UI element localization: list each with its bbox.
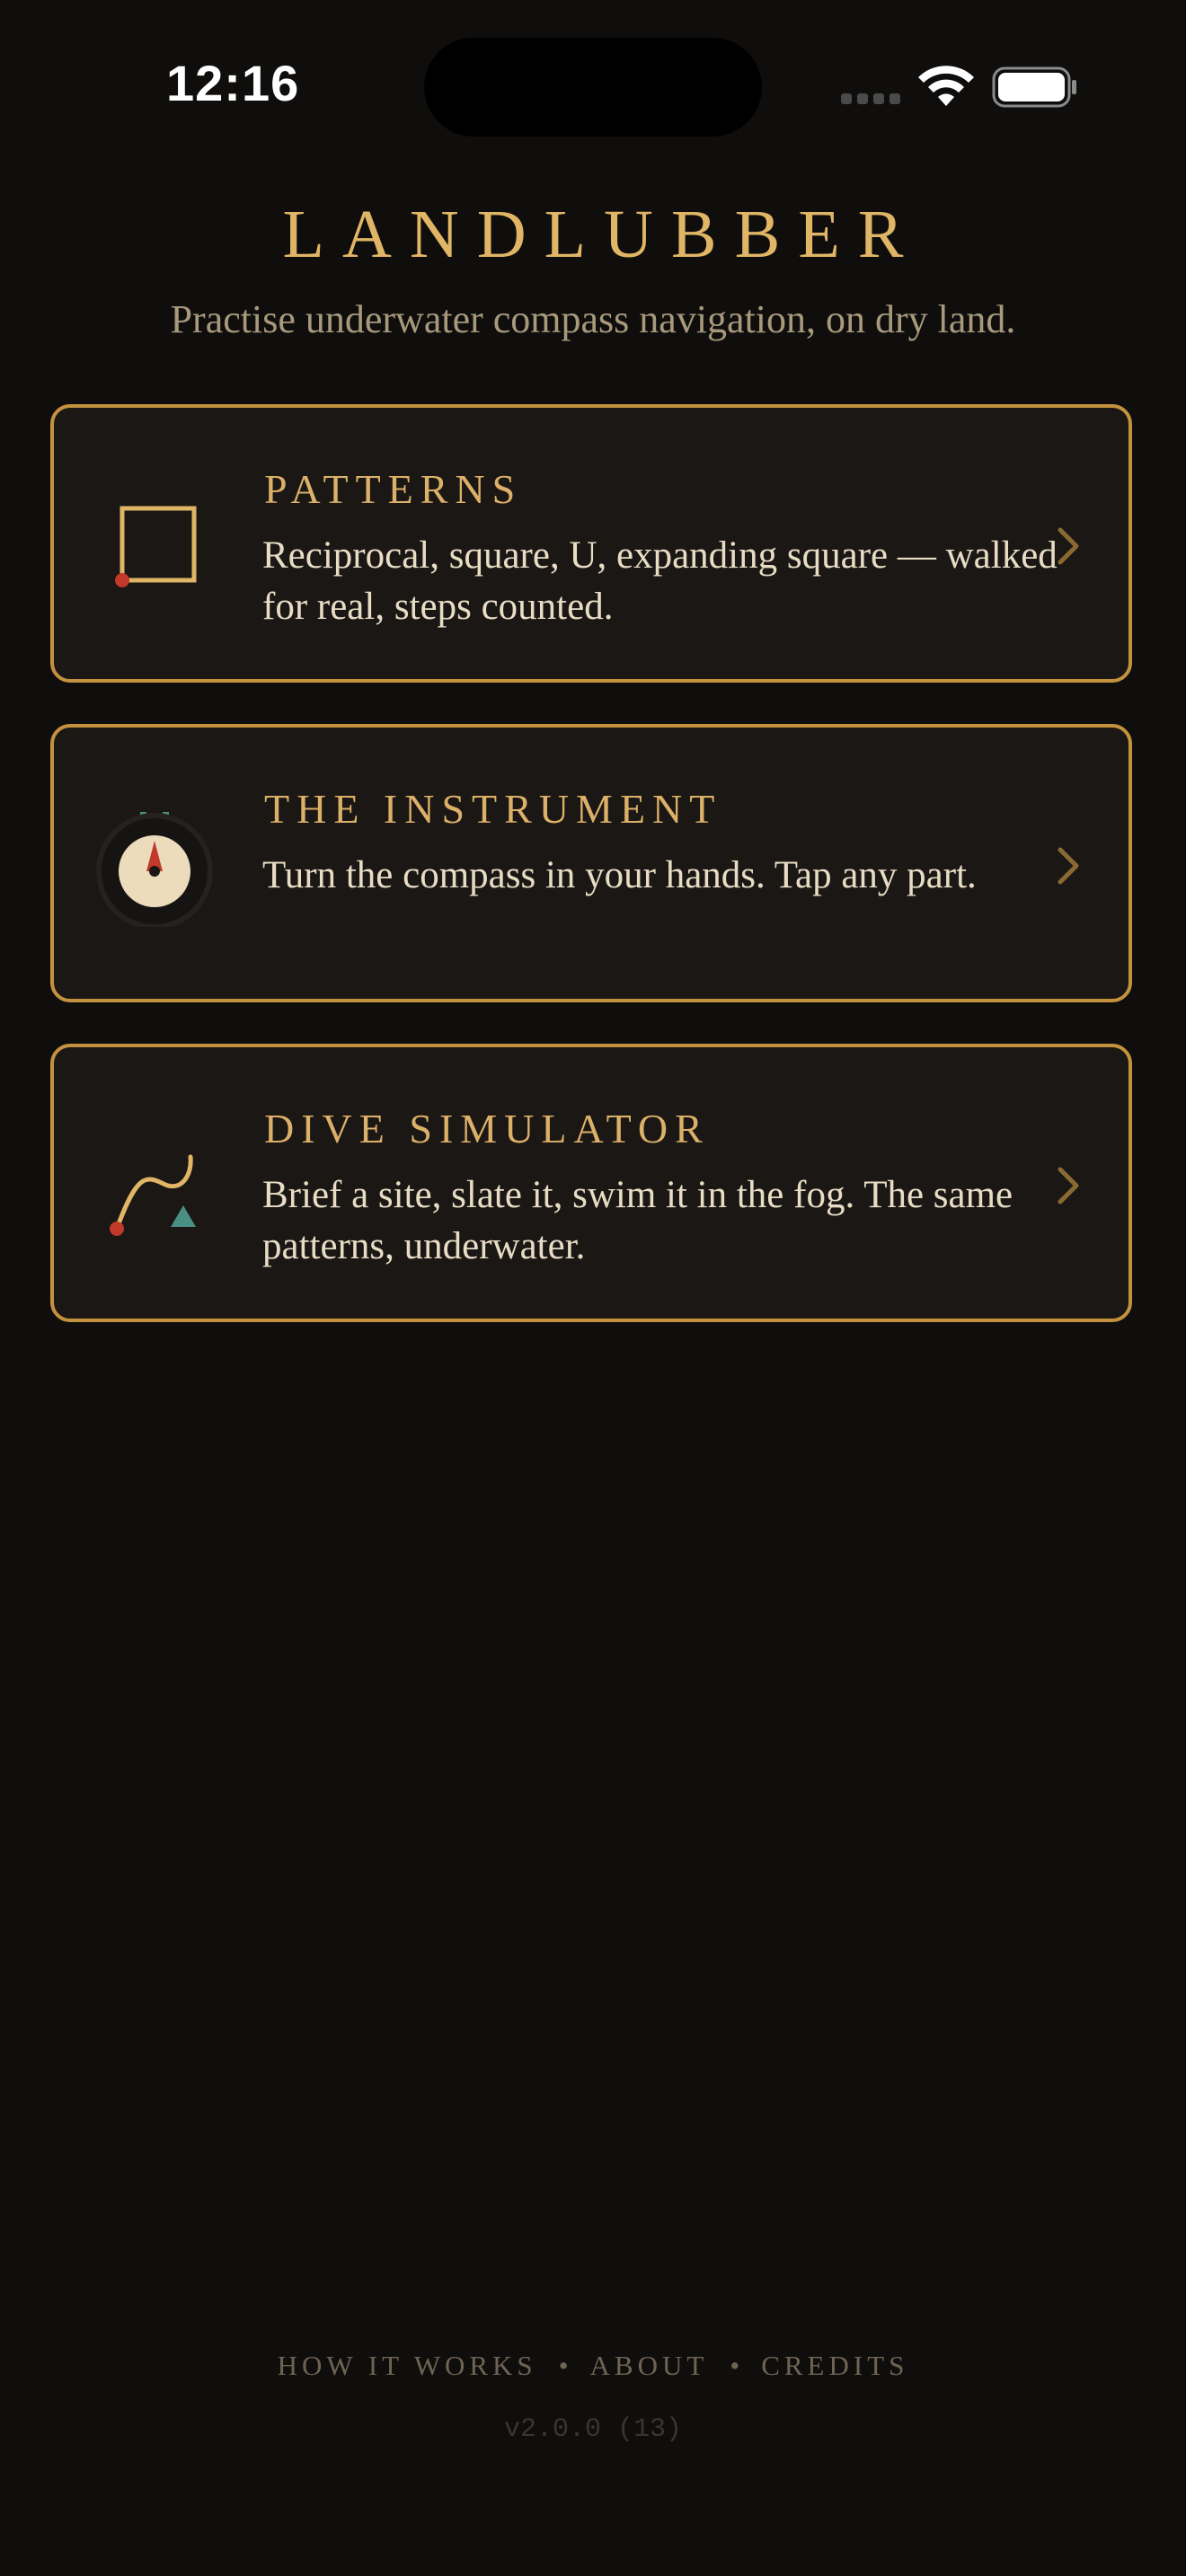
square-pattern-icon <box>115 506 197 587</box>
chevron-right-icon <box>1058 847 1079 885</box>
footer-separator: • <box>558 2350 569 2381</box>
app-subtitle: Practise underwater compass navigation, … <box>170 297 1016 341</box>
status-time: 12:16 <box>166 55 300 111</box>
patterns-card[interactable]: PATTERNS Reciprocal, square, U, expandin… <box>50 404 1132 683</box>
instrument-card[interactable]: THE INSTRUMENT Turn the compass in your … <box>50 724 1132 1002</box>
dive-simulator-card[interactable]: DIVE SIMULATOR Brief a site, slate it, s… <box>50 1044 1132 1322</box>
wifi-icon <box>918 66 974 106</box>
status-bar: 12:16 <box>0 0 1186 171</box>
compass-icon <box>96 812 213 927</box>
chevron-right-icon <box>1058 1167 1079 1204</box>
app-title: LANDLUBBER <box>282 197 922 272</box>
card-description: Reciprocal, square, U, expanding square … <box>262 534 1058 628</box>
card-title: PATTERNS <box>264 466 523 512</box>
dynamic-island <box>424 38 762 137</box>
footer-links: HOW IT WORKS • ABOUT • CREDITS <box>0 2350 1186 2382</box>
credits-link[interactable]: CREDITS <box>761 2350 908 2381</box>
about-link[interactable]: ABOUT <box>590 2350 709 2381</box>
chevron-right-icon <box>1058 527 1079 565</box>
card-description: Brief a site, slate it, swim it in the f… <box>262 1174 1013 1267</box>
footer-separator: • <box>730 2350 740 2381</box>
card-description: Turn the compass in your hands. Tap any … <box>262 854 977 896</box>
how-it-works-link[interactable]: HOW IT WORKS <box>278 2350 537 2381</box>
card-title: DIVE SIMULATOR <box>264 1106 710 1151</box>
cellular-signal-icon <box>841 93 902 106</box>
dive-path-icon <box>110 1154 196 1236</box>
card-title: THE INSTRUMENT <box>264 786 722 832</box>
battery-icon <box>992 66 1076 108</box>
version-label: v2.0.0 (13) <box>503 2414 683 2445</box>
